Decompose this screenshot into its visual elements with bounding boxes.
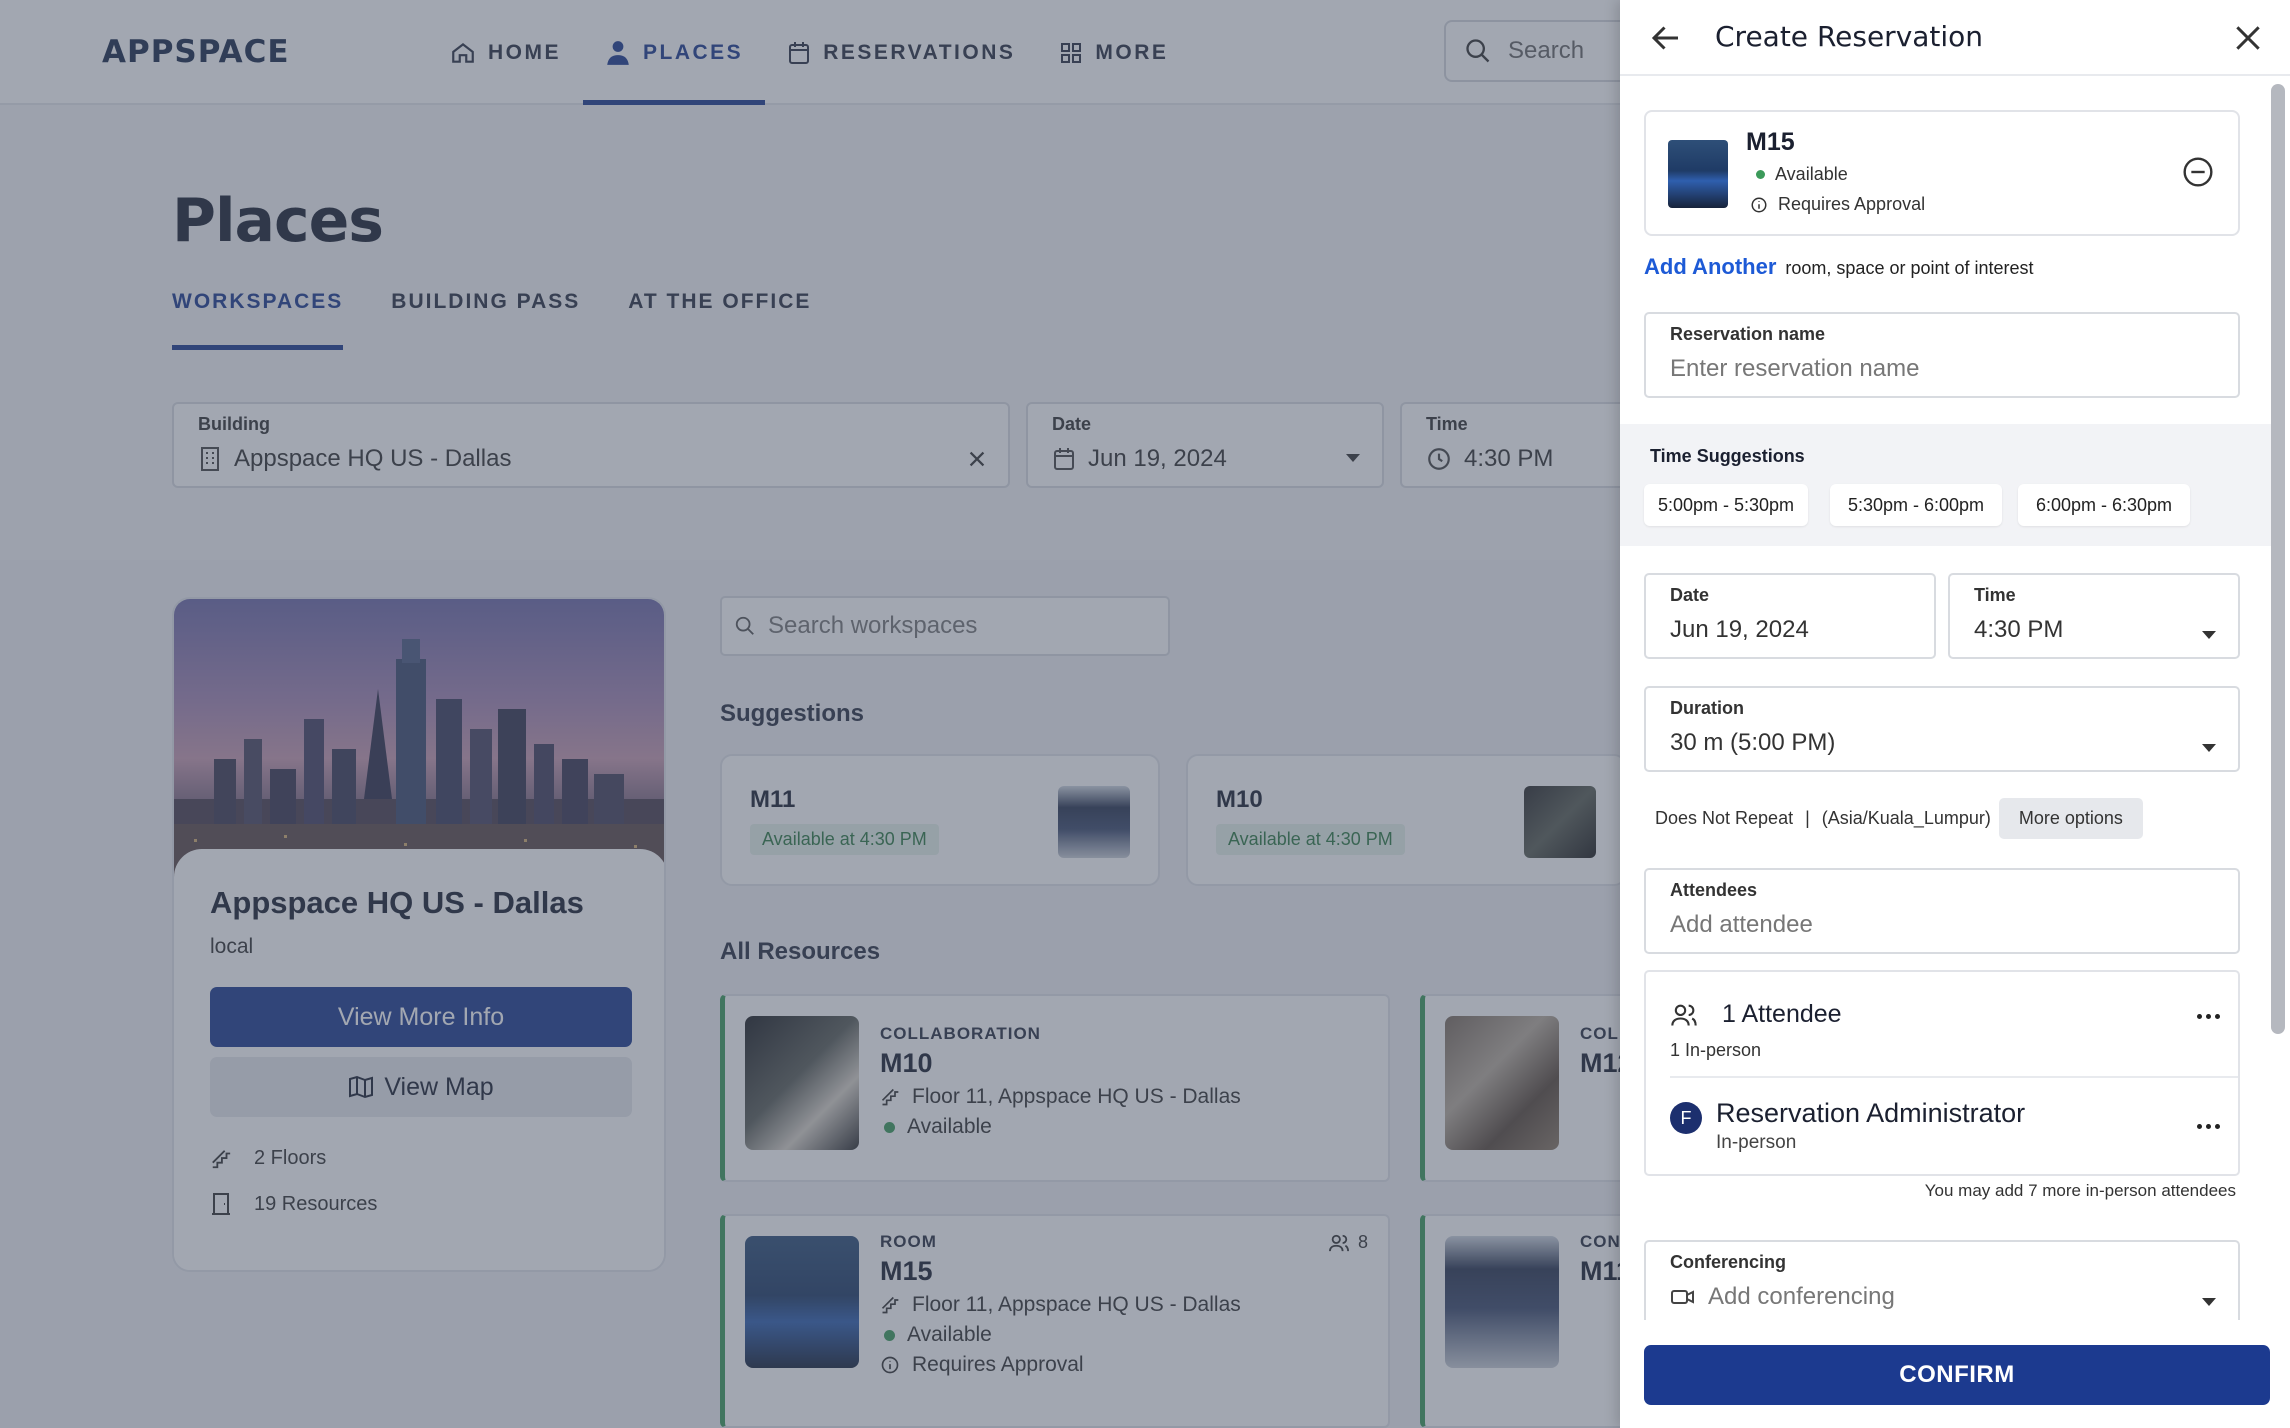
conferencing-placeholder: Add conferencing (1708, 1283, 1895, 1310)
time-suggestion-chip[interactable]: 5:30pm - 6:00pm (1830, 484, 2002, 526)
duration-value: 30 m (5:00 PM) (1670, 729, 1836, 756)
repeat-text: Does Not Repeat (1655, 808, 1794, 828)
drawer-header: Create Reservation (1620, 0, 2290, 76)
time-suggestion-chip[interactable]: 6:00pm - 6:30pm (2018, 484, 2190, 526)
date-label: Date (1670, 585, 1710, 605)
attendees-label: Attendees (1670, 880, 1758, 900)
date-field[interactable]: Date Jun 19, 2024 (1644, 573, 1936, 659)
attendees-placeholder: Add attendee (1670, 911, 1813, 938)
space-name: M15 (1746, 128, 1795, 156)
conferencing-select[interactable]: Conferencing Add conferencing (1644, 1240, 2240, 1326)
close-icon[interactable] (2232, 22, 2264, 54)
attendee-limit-note: You may add 7 more in-person attendees (1924, 1181, 2236, 1200)
recurrence-row: Does Not Repeat | (Asia/Kuala_Lumpur) Mo… (1655, 798, 2143, 839)
attendees-field[interactable]: Attendees Add attendee (1644, 868, 2240, 954)
people-icon (1671, 1004, 1697, 1026)
selected-space-card: M15 Available Requires Approval (1644, 110, 2240, 236)
remove-circle-icon[interactable] (2182, 156, 2214, 188)
time-suggestions-label: Time Suggestions (1650, 446, 1805, 466)
video-camera-icon (1671, 1290, 1694, 1304)
avatar: F (1670, 1102, 1702, 1134)
attendee-role: In-person (1716, 1132, 1797, 1153)
chevron-down-icon (2202, 631, 2216, 639)
timezone-text: (Asia/Kuala_Lumpur) (1821, 808, 1991, 828)
drawer-scrollbar[interactable] (2271, 84, 2285, 1034)
reservation-name-field[interactable]: Reservation name Enter reservation name (1644, 312, 2240, 398)
more-options-button[interactable]: More options (1998, 798, 2143, 839)
space-thumbnail (1668, 140, 1728, 208)
attendee-breakdown: 1 In-person (1670, 1040, 1762, 1060)
more-options-icon[interactable] (2193, 1014, 2220, 1019)
conferencing-label: Conferencing (1670, 1252, 1787, 1272)
duration-label: Duration (1670, 698, 1744, 718)
attendee-name: Reservation Administrator (1716, 1098, 2026, 1128)
available-status-dot (1756, 170, 1765, 179)
time-value: 4:30 PM (1974, 616, 2064, 643)
attendee-count: 1 Attendee (1670, 1000, 1842, 1029)
separator: | (1805, 808, 1810, 828)
duration-select[interactable]: Duration 30 m (5:00 PM) (1644, 686, 2240, 772)
attendee-list: 1 Attendee 1 In-person F Reservation Adm… (1644, 970, 2240, 1176)
add-another-text: room, space or point of interest (1785, 258, 2034, 278)
space-status: Available (1775, 164, 1848, 184)
date-value: Jun 19, 2024 (1670, 616, 1809, 643)
chevron-down-icon (2202, 744, 2216, 752)
chevron-down-icon (2202, 1298, 2216, 1306)
reservation-name-placeholder: Enter reservation name (1670, 355, 1920, 382)
divider (1670, 1076, 2238, 1078)
info-icon (1751, 197, 1767, 212)
confirm-button[interactable]: CONFIRM (1644, 1345, 2270, 1405)
attendee-count-label: 1 Attendee (1722, 1000, 1842, 1028)
reservation-name-label: Reservation name (1670, 324, 1826, 344)
time-select[interactable]: Time 4:30 PM (1948, 573, 2240, 659)
back-arrow-icon[interactable] (1648, 20, 1684, 56)
time-suggestions: Time Suggestions 5:00pm - 5:30pm 5:30pm … (1620, 424, 2271, 546)
time-suggestion-chip[interactable]: 5:00pm - 5:30pm (1644, 484, 1808, 526)
modal-backdrop[interactable] (0, 0, 1620, 1428)
drawer-title: Create Reservation (1715, 20, 1984, 53)
add-another-link[interactable]: Add Another (1644, 254, 1776, 279)
add-another-row: Add Another room, space or point of inte… (1644, 254, 2034, 280)
time-label: Time (1974, 585, 2016, 605)
space-approval: Requires Approval (1778, 194, 1926, 214)
more-options-icon[interactable] (2193, 1124, 2220, 1129)
